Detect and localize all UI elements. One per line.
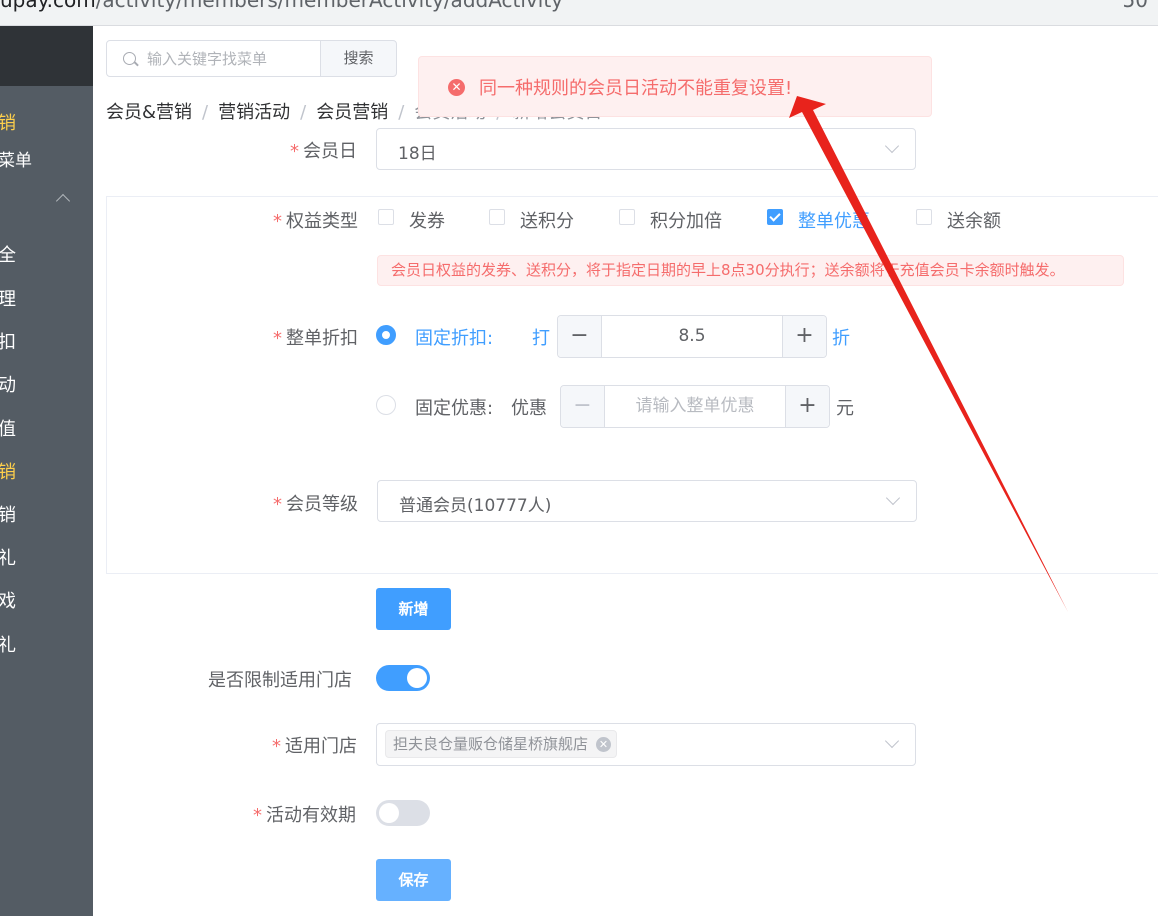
annotation-arrow [789, 96, 1068, 612]
red-arrow-icon [789, 96, 1068, 612]
